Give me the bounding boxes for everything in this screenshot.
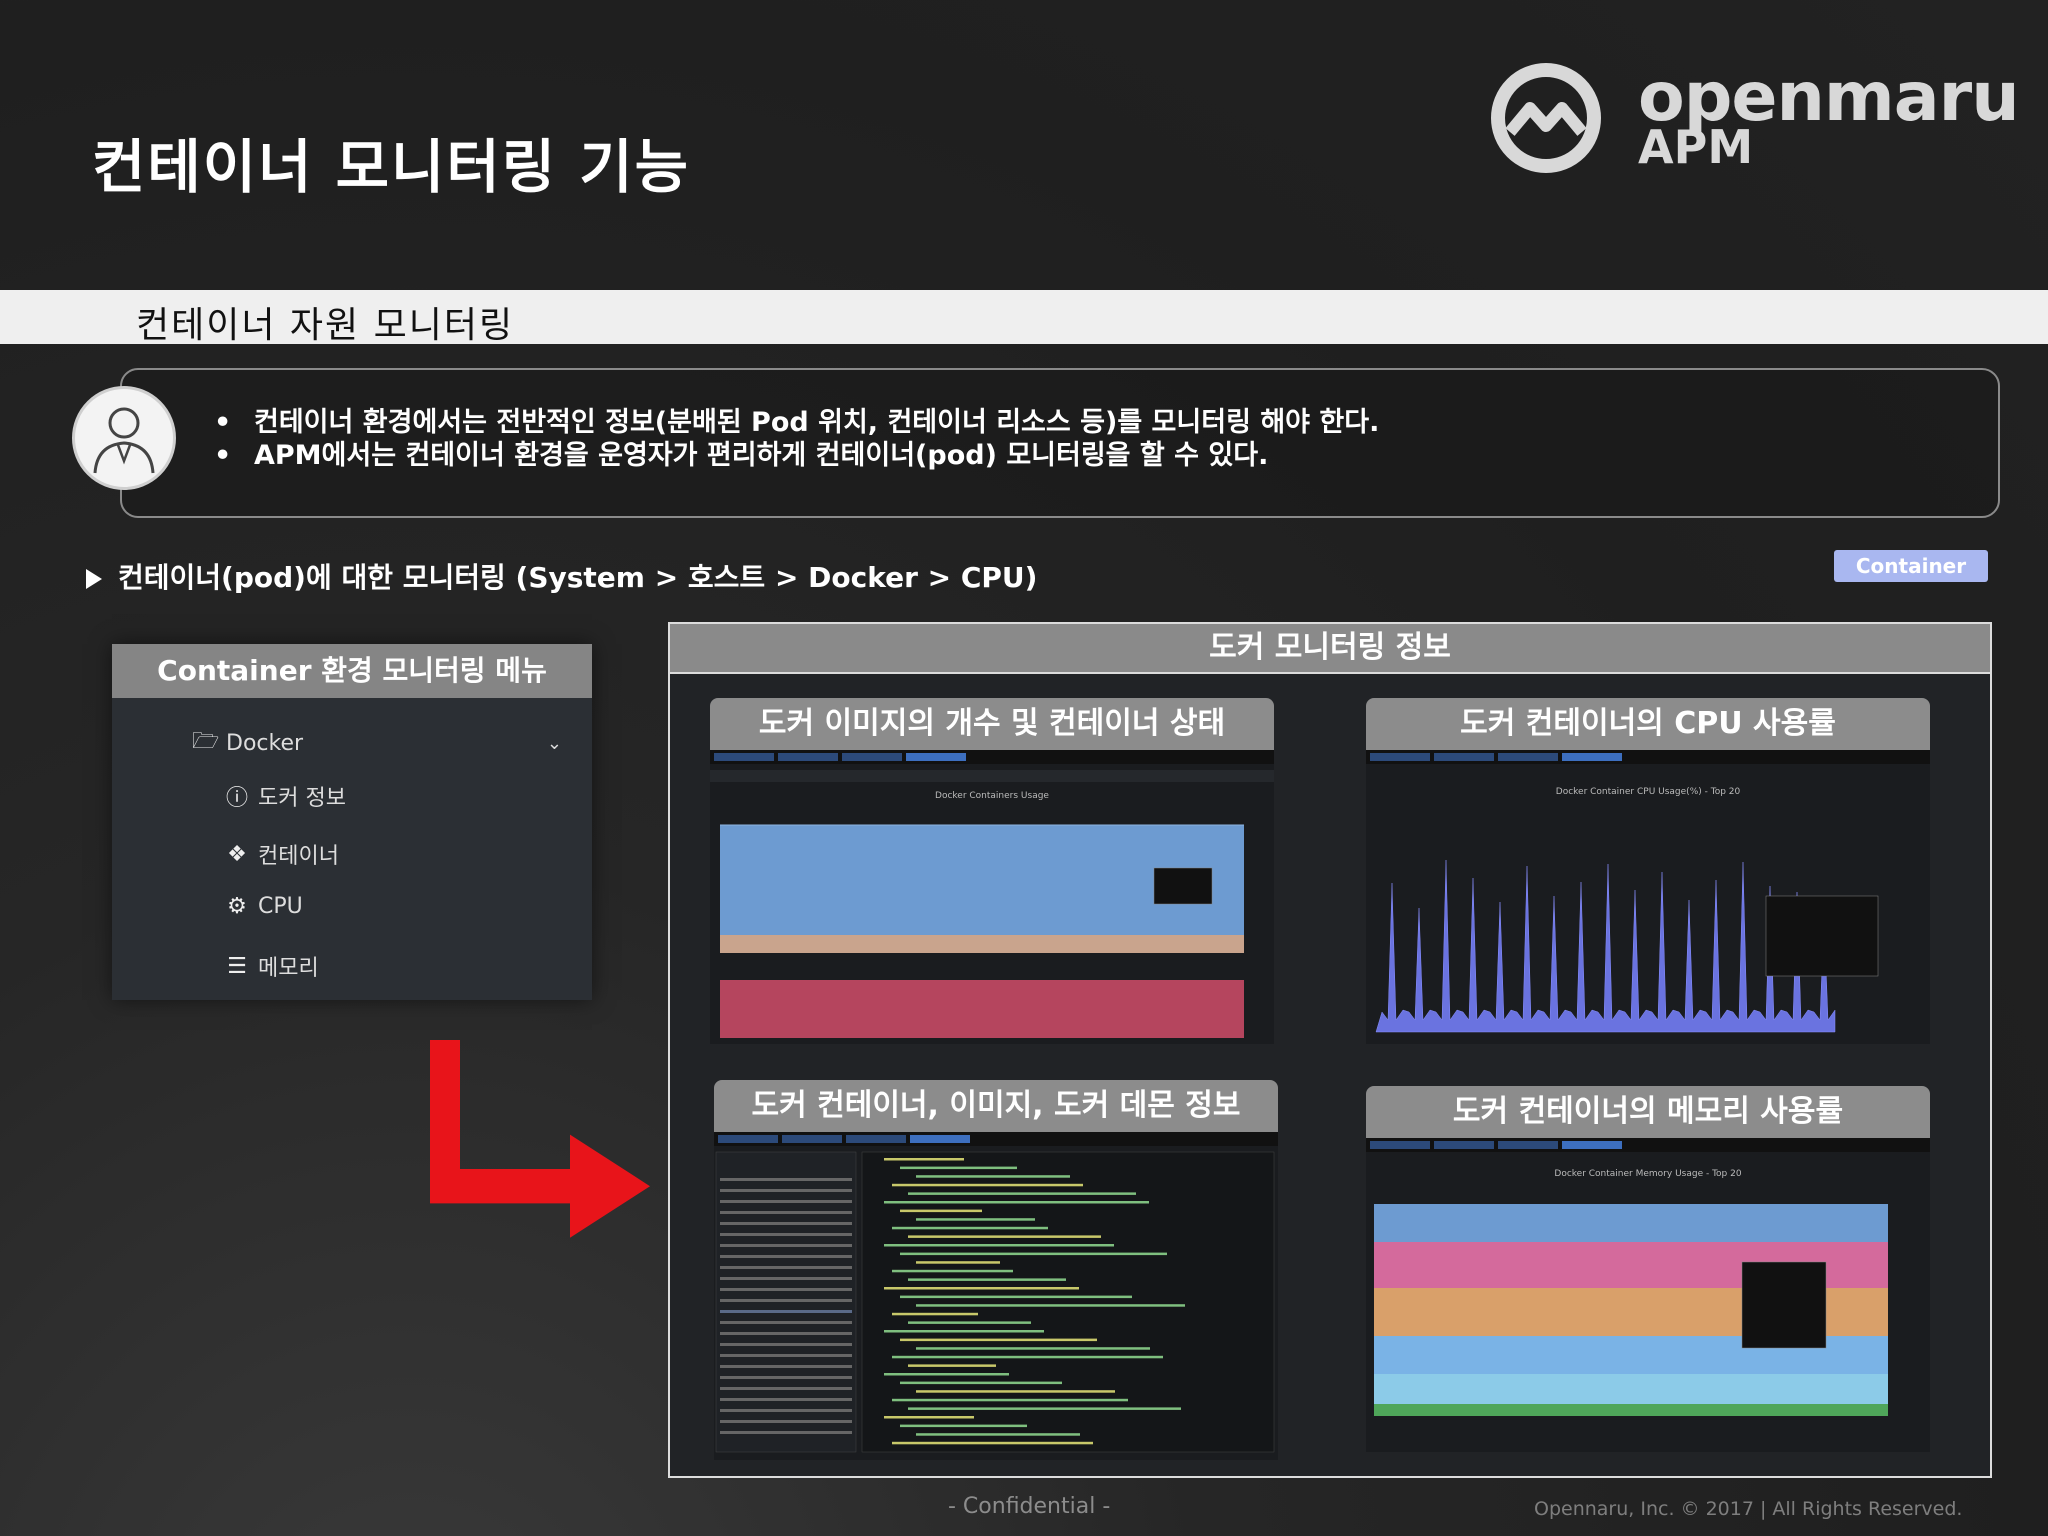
container-details-view[interactable] [714,1132,1278,1460]
memory-icon: ☰ [227,953,247,979]
logo-product-text: APM [1638,120,1754,174]
copyright-label: Opennaru, Inc. © 2017 | All Rights Reser… [1534,1498,1963,1520]
chevron-down-icon: ⌄ [546,732,562,754]
chart-title: Docker Container Memory Usage - Top 20 [1554,1169,1741,1179]
card-title: 도커 이미지의 개수 및 컨테이너 상태 [710,698,1274,750]
menu-item-label: 컨테이너 [258,844,339,869]
card-container-memory: 도커 컨테이너의 메모리 사용률 Docker Container Memory… [1366,1086,1930,1452]
card-title: 도커 컨테이너의 CPU 사용률 [1366,698,1930,750]
gears-icon: ⚙ [227,894,247,919]
menu-item-label: 메모리 [258,956,319,981]
container-menu: Container 환경 모니터링 메뉴 🗁 Docker ⌄ ⓘ 도커 정보 … [112,644,592,1000]
containers-usage-chart[interactable]: Docker Containers Usage [710,750,1274,1044]
cpu-usage-chart[interactable]: Docker Container CPU Usage(%) - Top 20 [1366,750,1930,1044]
container-tag: Container [1834,550,1988,582]
card-docker-images: 도커 이미지의 개수 및 컨테이너 상태 Docker Containers U… [710,698,1274,1044]
card-container-cpu: 도커 컨테이너의 CPU 사용률 Docker Container CPU Us… [1366,698,1930,1044]
folder-open-icon: 🗁 [192,729,220,754]
menu-item-label: 도커 정보 [258,786,346,811]
menu-header: Container 환경 모니터링 메뉴 [112,644,592,698]
docker-monitoring-panel: 도커 모니터링 정보 도커 이미지의 개수 및 컨테이너 상태 Docker C… [668,622,1992,1478]
menu-item-label: CPU [258,894,303,919]
confidential-label: - Confidential - [948,1494,1111,1519]
navigation-path-text: 컨테이너(pod)에 대한 모니터링 (System > 호스트 > Docke… [118,561,1038,594]
menu-item-memory[interactable]: ☰ 메모리 [224,950,319,982]
menu-item-cpu[interactable]: ⚙ CPU [224,894,303,919]
bullet-item: 컨테이너 환경에서는 전반적인 정보(분배된 Pod 위치, 컨테이너 리소스 … [214,406,1379,439]
memory-usage-chart[interactable]: Docker Container Memory Usage - Top 20 [1366,1138,1930,1452]
person-avatar-icon [72,386,176,490]
page-title: 컨테이너 모니터링 기능 [92,133,690,201]
red-arrow-icon [430,1040,650,1238]
logo-mark-icon [1491,63,1601,173]
card-title: 도커 컨테이너, 이미지, 도커 데몬 정보 [714,1080,1278,1132]
chart-title: Docker Containers Usage [935,791,1049,801]
panel-title: 도커 모니터링 정보 [670,624,1990,674]
section-label: 컨테이너 자원 모니터링 [136,305,515,346]
info-bullets: 컨테이너 환경에서는 전반적인 정보(분배된 Pod 위치, 컨테이너 리소스 … [214,406,1379,472]
brand-logo: openmaru APM [1486,58,2020,178]
menu-item-docker-info[interactable]: ⓘ 도커 정보 [224,780,346,812]
triangle-bullet-icon [86,569,102,589]
menu-item-container[interactable]: ❖ 컨테이너 [224,838,339,870]
section-bar: 컨테이너 자원 모니터링 [0,290,2048,346]
card-container-image-daemon: 도커 컨테이너, 이미지, 도커 데몬 정보 [714,1080,1278,1460]
chart-title: Docker Container CPU Usage(%) - Top 20 [1556,787,1741,797]
menu-group-docker[interactable]: 🗁 Docker ⌄ [192,724,562,762]
bullet-item: APM에서는 컨테이너 환경을 운영자가 편리하게 컨테이너(pod) 모니터링… [214,439,1379,472]
cubes-icon: ❖ [227,841,247,867]
info-icon: ⓘ [225,786,248,811]
card-title: 도커 컨테이너의 메모리 사용률 [1366,1086,1930,1138]
navigation-path: 컨테이너(pod)에 대한 모니터링 (System > 호스트 > Docke… [86,556,1037,596]
menu-group-label: Docker [226,730,304,756]
